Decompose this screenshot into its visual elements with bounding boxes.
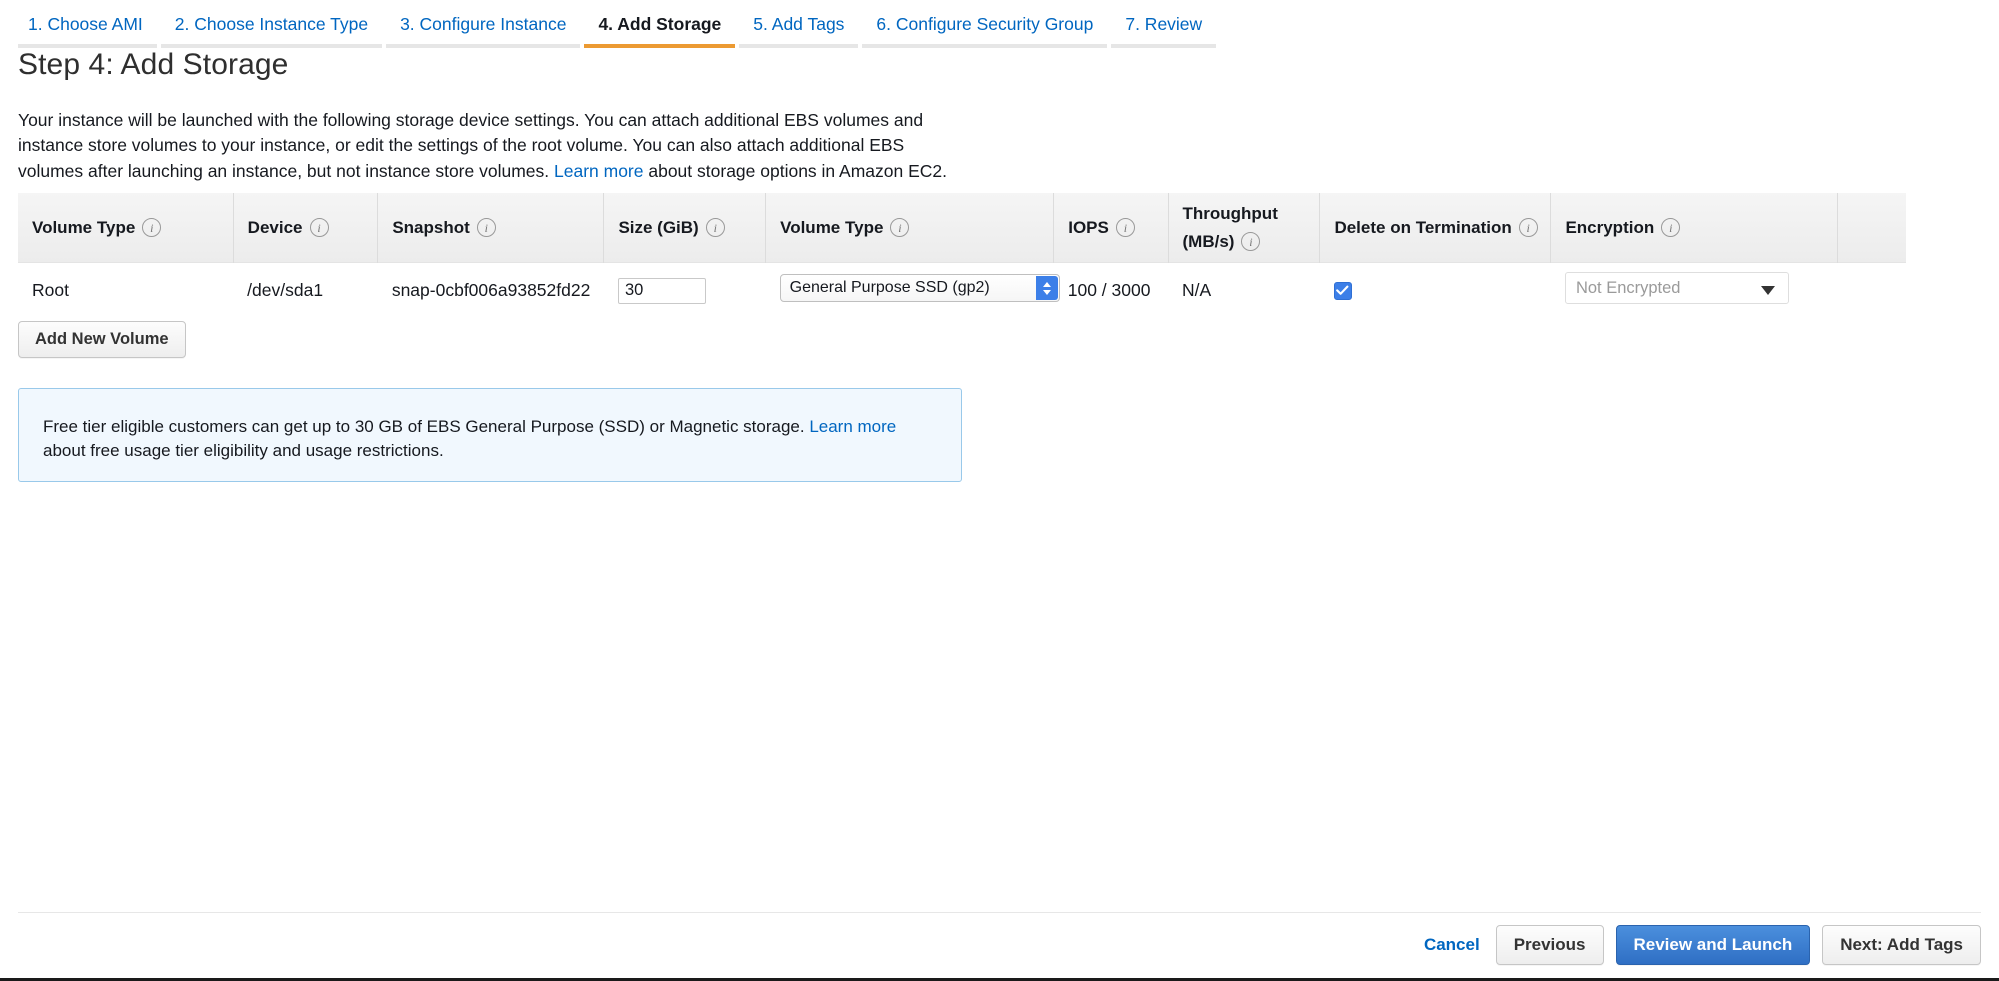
column-header-delete-on-termination-label: Delete on Termination bbox=[1334, 218, 1512, 237]
column-header-volume-type-select: Volume Type i bbox=[765, 193, 1054, 263]
add-new-volume-button[interactable]: Add New Volume bbox=[18, 321, 186, 358]
tab-choose-ami[interactable]: 1. Choose AMI bbox=[18, 14, 157, 48]
cell-device: /dev/sda1 bbox=[233, 262, 378, 318]
column-header-size-label: Size (GiB) bbox=[618, 218, 699, 237]
table-header-row: Volume Type i Device i Snapshot i Size (… bbox=[18, 193, 1906, 263]
free-tier-info-box: Free tier eligible customers can get up … bbox=[18, 388, 962, 482]
cell-iops: 100 / 3000 bbox=[1053, 262, 1168, 318]
column-header-volume-type-select-label: Volume Type bbox=[780, 218, 884, 237]
column-header-delete-on-termination: Delete on Termination i bbox=[1319, 193, 1551, 263]
info-icon[interactable]: i bbox=[309, 218, 329, 237]
footer-actions: Cancel Previous Review and Launch Next: … bbox=[1424, 925, 1981, 965]
page-description: Your instance will be launched with the … bbox=[18, 108, 970, 185]
wizard-step-tabs: 1. Choose AMI 2. Choose Instance Type 3.… bbox=[18, 8, 1220, 48]
tab-configure-instance[interactable]: 3. Configure Instance bbox=[386, 14, 581, 48]
info-icon[interactable]: i bbox=[476, 218, 496, 237]
column-header-snapshot-label: Snapshot bbox=[392, 218, 470, 237]
column-header-actions bbox=[1837, 193, 1906, 263]
table-row: Root /dev/sda1 snap-0cbf006a93852fd22 Ge… bbox=[18, 262, 1906, 318]
column-header-device-label: Device bbox=[247, 218, 303, 237]
previous-button[interactable]: Previous bbox=[1495, 925, 1604, 965]
review-and-launch-button[interactable]: Review and Launch bbox=[1615, 925, 1811, 965]
info-icon[interactable]: i bbox=[890, 218, 910, 237]
size-input[interactable] bbox=[617, 277, 706, 304]
check-icon bbox=[1336, 285, 1349, 295]
chevron-updown-icon[interactable] bbox=[1035, 276, 1058, 300]
storage-learn-more-link[interactable]: Learn more bbox=[554, 161, 644, 181]
column-header-throughput-line2: (MB/s) bbox=[1182, 232, 1235, 251]
column-header-device: Device i bbox=[232, 193, 378, 263]
encryption-select-value: Not Encrypted bbox=[1575, 279, 1681, 297]
free-tier-learn-more-link[interactable]: Learn more bbox=[809, 417, 896, 436]
column-header-volume-type-label: Volume Type bbox=[32, 218, 136, 237]
cell-size bbox=[603, 262, 766, 318]
column-header-snapshot: Snapshot i bbox=[377, 193, 604, 263]
column-header-encryption: Encryption i bbox=[1550, 193, 1838, 263]
cell-delete-on-termination bbox=[1319, 262, 1551, 318]
cell-encryption: Not Encrypted bbox=[1550, 262, 1838, 318]
column-header-iops: IOPS i bbox=[1053, 193, 1168, 263]
info-icon[interactable]: i bbox=[1518, 218, 1538, 237]
info-icon[interactable]: i bbox=[705, 218, 725, 237]
info-icon[interactable]: i bbox=[1661, 218, 1681, 237]
tab-configure-security-group[interactable]: 6. Configure Security Group bbox=[862, 14, 1108, 48]
tab-add-storage[interactable]: 4. Add Storage bbox=[584, 14, 736, 48]
table-body: Root /dev/sda1 snap-0cbf006a93852fd22 Ge… bbox=[18, 262, 1906, 318]
tab-review[interactable]: 7. Review bbox=[1111, 14, 1217, 48]
table-header: Volume Type i Device i Snapshot i Size (… bbox=[18, 193, 1906, 263]
cell-volume-type: Root bbox=[18, 262, 234, 318]
tab-add-tags[interactable]: 5. Add Tags bbox=[739, 14, 859, 48]
info-icon[interactable]: i bbox=[1115, 218, 1135, 237]
cell-row-actions bbox=[1837, 262, 1906, 318]
cell-volume-type-select: General Purpose SSD (gp2) bbox=[765, 262, 1060, 318]
cancel-button[interactable]: Cancel bbox=[1424, 935, 1480, 955]
column-header-size: Size (GiB) i bbox=[603, 193, 766, 263]
column-header-volume-type: Volume Type i bbox=[18, 193, 233, 263]
column-header-iops-label: IOPS bbox=[1068, 218, 1109, 237]
column-header-throughput: Throughput (MB/s) i bbox=[1167, 193, 1320, 263]
storage-volumes-table: Volume Type i Device i Snapshot i Size (… bbox=[18, 193, 1906, 318]
free-tier-text-part1: Free tier eligible customers can get up … bbox=[43, 417, 810, 436]
free-tier-text-part2: about free usage tier eligibility and us… bbox=[43, 441, 444, 460]
cell-throughput: N/A bbox=[1168, 262, 1320, 318]
ec2-launch-wizard-page: 1. Choose AMI 2. Choose Instance Type 3.… bbox=[0, 0, 1999, 981]
cell-snapshot: snap-0cbf006a93852fd22 bbox=[377, 262, 604, 318]
next-add-tags-button[interactable]: Next: Add Tags bbox=[1822, 925, 1981, 965]
column-header-encryption-label: Encryption bbox=[1565, 218, 1655, 237]
info-icon[interactable]: i bbox=[1241, 232, 1261, 251]
delete-on-termination-checkbox[interactable] bbox=[1333, 281, 1352, 300]
footer-divider bbox=[18, 912, 1981, 913]
volume-type-select[interactable]: General Purpose SSD (gp2) bbox=[779, 274, 1060, 302]
column-header-throughput-line1: Throughput bbox=[1182, 204, 1278, 223]
page-title: Step 4: Add Storage bbox=[18, 48, 289, 81]
info-icon[interactable]: i bbox=[142, 218, 162, 237]
page-description-part2: about storage options in Amazon EC2. bbox=[643, 160, 948, 181]
chevron-down-icon bbox=[1760, 286, 1775, 295]
volume-type-select-value: General Purpose SSD (gp2) bbox=[789, 279, 990, 296]
encryption-select[interactable]: Not Encrypted bbox=[1564, 272, 1789, 304]
tab-choose-instance-type[interactable]: 2. Choose Instance Type bbox=[160, 14, 383, 48]
